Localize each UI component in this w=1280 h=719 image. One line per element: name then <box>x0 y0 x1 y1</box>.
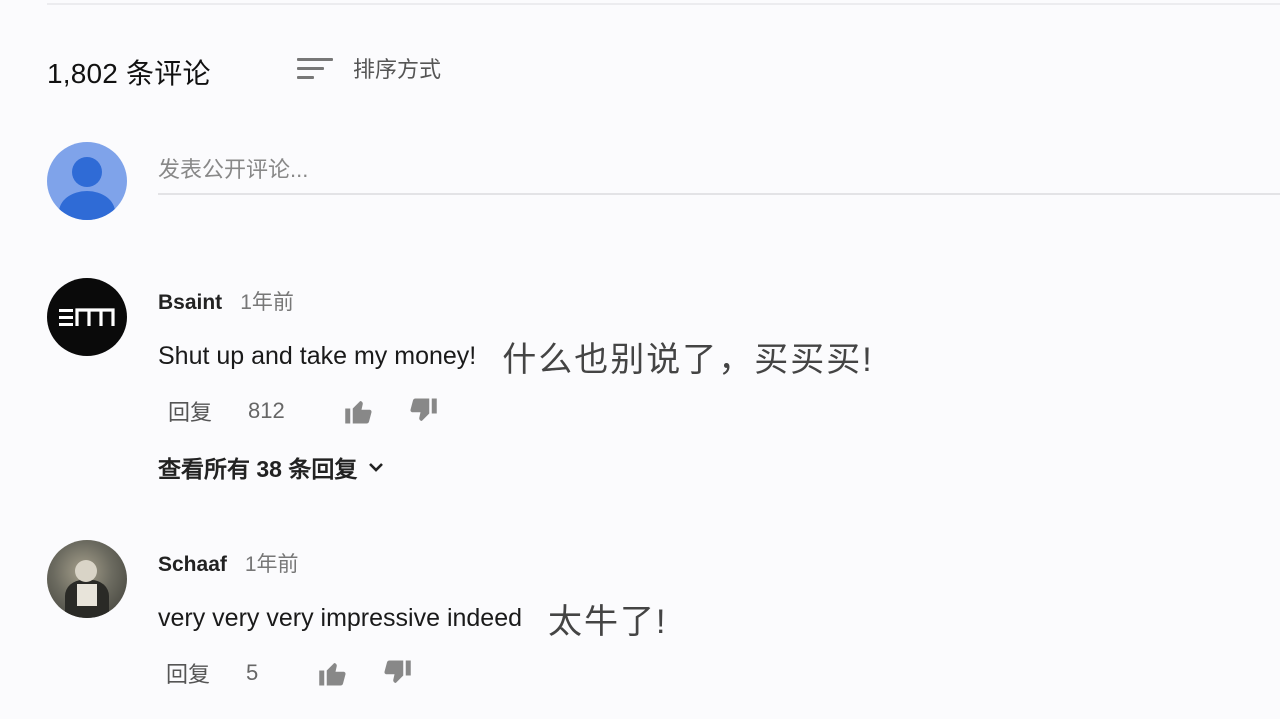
sort-label: 排序方式 <box>353 57 442 82</box>
comment-item: Schaaf 1年前 very very very impressive ind… <box>47 540 1227 710</box>
view-replies-label: 查看所有 38 条回复 <box>158 456 358 482</box>
thumb-down-icon[interactable] <box>406 396 440 426</box>
avatar[interactable] <box>47 540 127 618</box>
comments-header: 1,802 条评论 <box>47 50 211 94</box>
comment-text: Shut up and take my money! 什么也别说了，买买买! <box>158 332 874 381</box>
avatar[interactable] <box>47 278 127 356</box>
sort-icon <box>297 54 335 82</box>
view-replies-button[interactable]: 查看所有 38 条回复 <box>158 450 385 484</box>
comment-input[interactable] <box>158 147 1280 195</box>
comment-composer <box>47 142 1280 220</box>
comment-item: Bsaint 1年前 Shut up and take my money! 什么… <box>47 278 1227 488</box>
thumb-up-icon[interactable] <box>316 658 350 688</box>
comment-translation: 太牛了! <box>548 603 668 641</box>
comment-time[interactable]: 1年前 <box>240 286 294 316</box>
author-name[interactable]: Bsaint <box>158 291 222 315</box>
comment-text: very very very impressive indeed 太牛了! <box>158 594 667 643</box>
comment-actions: 回复 5 <box>166 657 444 689</box>
comment-count: 1,802 条评论 <box>47 58 211 89</box>
sort-button[interactable]: 排序方式 <box>297 52 441 84</box>
comment-time[interactable]: 1年前 <box>245 548 299 578</box>
reply-button[interactable]: 回复 <box>166 657 246 689</box>
thumb-down-icon[interactable] <box>380 658 414 688</box>
thumb-up-icon[interactable] <box>342 396 376 426</box>
current-user-avatar <box>47 142 127 220</box>
channel-logo <box>56 304 118 330</box>
comment-meta: Bsaint 1年前 <box>158 286 294 316</box>
like-count: 812 <box>248 398 285 423</box>
comment-body: Shut up and take my money! <box>158 342 477 370</box>
comment-actions: 回复 812 <box>168 395 470 427</box>
author-name[interactable]: Schaaf <box>158 553 227 577</box>
reply-button[interactable]: 回复 <box>168 395 248 427</box>
top-divider <box>47 3 1280 5</box>
comment-meta: Schaaf 1年前 <box>158 548 299 578</box>
comment-translation: 什么也别说了，买买买! <box>502 341 874 379</box>
chevron-down-icon <box>369 463 384 472</box>
comment-body: very very very impressive indeed <box>158 604 523 632</box>
like-count: 5 <box>246 660 259 685</box>
